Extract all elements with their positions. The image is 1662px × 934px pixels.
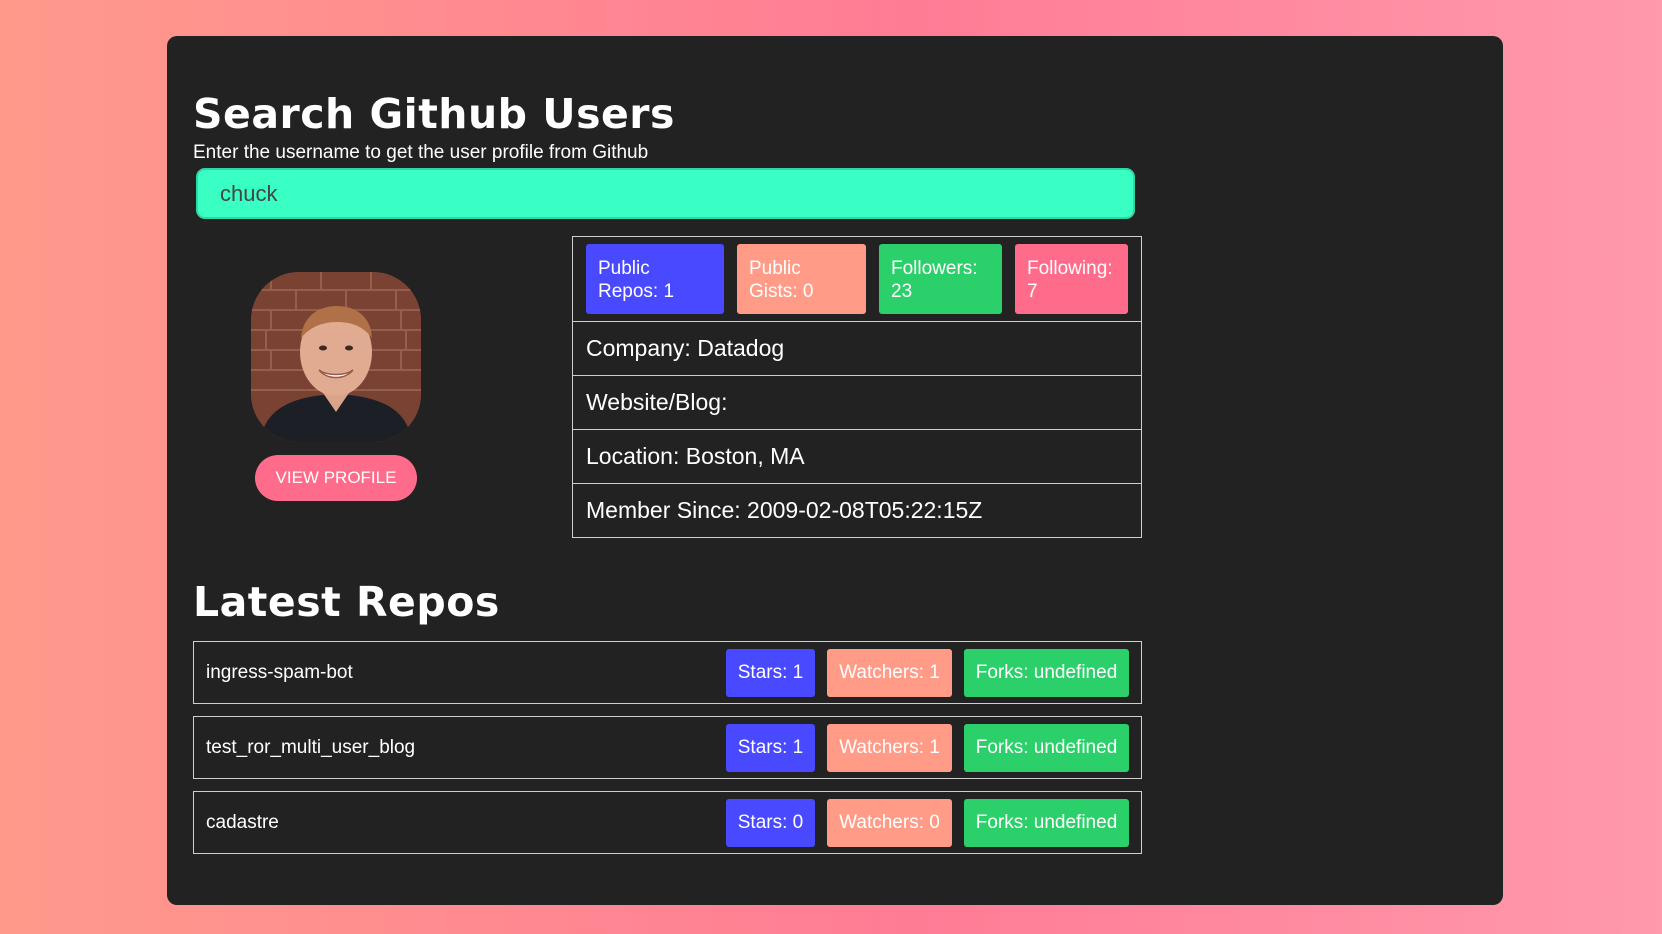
repo-name: ingress-spam-bot bbox=[206, 661, 353, 683]
repo-name: cadastre bbox=[206, 811, 279, 833]
repo-forks-badge: Forks: undefined bbox=[964, 648, 1129, 697]
view-profile-button[interactable]: VIEW PROFILE bbox=[255, 455, 417, 501]
repo-stars-badge: Stars: 1 bbox=[726, 648, 815, 697]
repo-list: ingress-spam-bot Stars: 1 Watchers: 1 Fo… bbox=[193, 641, 1142, 866]
repo-forks-badge: Forks: undefined bbox=[964, 798, 1129, 847]
repo-row: test_ror_multi_user_blog Stars: 1 Watche… bbox=[193, 716, 1142, 779]
location-row: Location: Boston, MA bbox=[573, 430, 1141, 484]
repo-row: ingress-spam-bot Stars: 1 Watchers: 1 Fo… bbox=[193, 641, 1142, 704]
latest-repos-title: Latest Repos bbox=[193, 578, 500, 626]
page-title: Search Github Users bbox=[193, 90, 675, 138]
company-row: Company: Datadog bbox=[573, 322, 1141, 376]
public-gists-badge: Public Gists: 0 bbox=[737, 244, 866, 314]
avatar-image bbox=[251, 272, 421, 442]
profile-info-table: Public Repos: 1 Public Gists: 0 Follower… bbox=[572, 236, 1142, 538]
repo-stars-badge: Stars: 1 bbox=[726, 723, 815, 772]
page-subtitle: Enter the username to get the user profi… bbox=[193, 142, 649, 163]
username-search-input[interactable] bbox=[196, 168, 1135, 219]
repo-row: cadastre Stars: 0 Watchers: 0 Forks: und… bbox=[193, 791, 1142, 854]
repo-watchers-badge: Watchers: 0 bbox=[827, 798, 952, 847]
repo-forks-badge: Forks: undefined bbox=[964, 723, 1129, 772]
repo-stars-badge: Stars: 0 bbox=[726, 798, 815, 847]
website-row: Website/Blog: bbox=[573, 376, 1141, 430]
following-badge: Following: 7 bbox=[1015, 244, 1128, 314]
repo-watchers-badge: Watchers: 1 bbox=[827, 648, 952, 697]
public-repos-badge: Public Repos: 1 bbox=[586, 244, 724, 314]
followers-badge: Followers: 23 bbox=[879, 244, 1002, 314]
profile-badges: Public Repos: 1 Public Gists: 0 Follower… bbox=[573, 237, 1141, 322]
member-since-row: Member Since: 2009-02-08T05:22:15Z bbox=[586, 497, 983, 523]
avatar bbox=[251, 272, 421, 442]
repo-name: test_ror_multi_user_blog bbox=[206, 736, 416, 758]
repo-watchers-badge: Watchers: 1 bbox=[827, 723, 952, 772]
